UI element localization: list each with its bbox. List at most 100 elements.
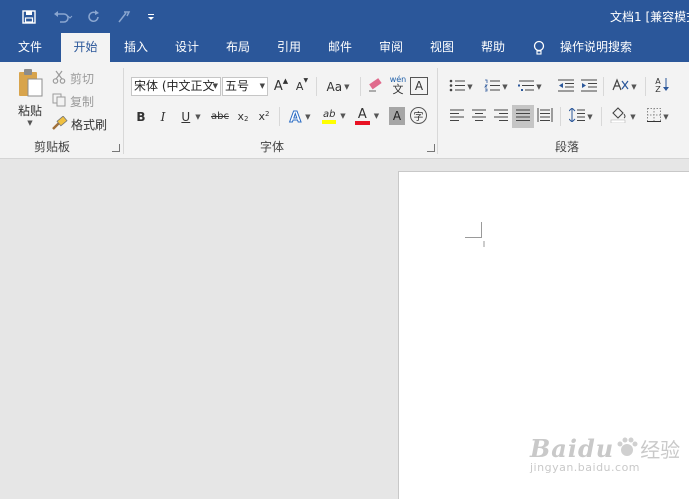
distributed-button[interactable] — [536, 107, 554, 126]
clear-formatting-button[interactable] — [365, 77, 385, 96]
shading-button[interactable]: ▼ — [607, 106, 639, 127]
lightbulb-icon — [532, 40, 546, 59]
enclose-characters-label: 字 — [413, 112, 424, 123]
font-color-label: A — [357, 106, 367, 122]
align-left-button[interactable] — [448, 107, 466, 126]
font-size-combo[interactable]: 五号 ▼ — [222, 77, 268, 96]
numbering-icon — [484, 79, 501, 95]
align-right-icon — [494, 109, 508, 124]
chevron-down-icon: ▼ — [502, 82, 508, 91]
divider — [603, 77, 604, 96]
highlight-button[interactable]: ab ▼ — [318, 105, 350, 127]
chevron-down-icon: ▼ — [536, 82, 542, 91]
line-spacing-icon — [568, 107, 586, 125]
font-name-combo[interactable]: 宋体 (中文正文 ▼ — [131, 77, 221, 96]
shrink-font-button[interactable]: A ▼ — [294, 77, 310, 96]
divider — [279, 107, 280, 126]
group-divider — [123, 68, 124, 154]
tab-view[interactable]: 视图 — [420, 33, 464, 62]
justify-button[interactable] — [512, 105, 534, 128]
numbering-button[interactable]: ▼ — [481, 77, 511, 96]
align-center-button[interactable] — [470, 107, 488, 126]
tell-me-search[interactable]: 操作说明搜索 — [556, 33, 636, 62]
character-border-button[interactable]: A — [410, 77, 428, 95]
subscript-mark: 2 — [244, 115, 249, 123]
paste-button[interactable]: 粘贴 ▼ — [12, 68, 48, 134]
bold-label: B — [136, 109, 146, 124]
chevron-down-icon: ▼ — [212, 82, 218, 90]
redo-icon[interactable] — [83, 6, 105, 28]
increase-indent-icon — [581, 79, 597, 95]
copy-button[interactable]: 复制 — [52, 92, 94, 110]
distributed-icon — [537, 108, 553, 125]
tab-help[interactable]: 帮助 — [471, 33, 515, 62]
customize-qat-icon[interactable] — [140, 6, 162, 28]
chevron-down-icon: ▼ — [631, 82, 637, 91]
borders-icon — [647, 108, 662, 125]
align-left-icon — [450, 109, 464, 124]
strikethrough-button[interactable]: abc — [209, 107, 231, 126]
clipboard-launcher-icon[interactable] — [112, 144, 120, 152]
text-effects-button[interactable]: A ▼ — [285, 107, 315, 126]
align-center-icon — [472, 109, 486, 124]
highlighter-icon: ab — [322, 109, 337, 124]
format-painter-icon[interactable] — [113, 6, 135, 28]
align-right-button[interactable] — [492, 107, 510, 126]
tab-insert[interactable]: 插入 — [114, 33, 158, 62]
increase-indent-button[interactable] — [579, 77, 599, 96]
change-case-button[interactable]: Aa ▼ — [322, 77, 354, 96]
grow-font-button[interactable]: A ▲ — [273, 77, 289, 96]
bullets-icon — [449, 79, 466, 95]
paint-bucket-icon — [610, 107, 628, 126]
font-color-icon: A — [354, 106, 370, 125]
decrease-indent-icon — [558, 79, 574, 95]
save-icon[interactable] — [18, 6, 40, 28]
bold-button[interactable]: B — [133, 107, 149, 126]
chevron-down-icon: ▼ — [259, 82, 265, 90]
tab-layout[interactable]: 布局 — [216, 33, 260, 62]
format-painter-button[interactable]: 格式刷 — [52, 115, 107, 133]
group-label-paragraph: 段落 — [555, 140, 580, 154]
tab-home[interactable]: 开始 — [61, 33, 110, 62]
chevron-down-icon: ▼ — [344, 82, 350, 91]
bullets-button[interactable]: ▼ — [447, 77, 475, 96]
change-case-label: Aa — [326, 79, 343, 94]
watermark-brand-cn: 经验 — [640, 438, 681, 462]
tab-mailings[interactable]: 邮件 — [318, 33, 362, 62]
highlight-color-bar — [322, 119, 337, 124]
chinese-layout-button[interactable]: ▼ — [609, 77, 639, 96]
cut-button[interactable]: 剪切 — [52, 69, 94, 87]
decrease-indent-button[interactable] — [556, 77, 576, 96]
strikethrough-label: abc — [211, 111, 229, 122]
sort-bottom-label: Z — [655, 85, 661, 94]
tab-review[interactable]: 审阅 — [369, 33, 413, 62]
superscript-button[interactable]: x2 — [255, 107, 273, 126]
line-spacing-button[interactable]: ▼ — [566, 107, 596, 126]
phonetic-guide-button[interactable]: wén 文 — [388, 75, 408, 97]
tab-file[interactable]: 文件 — [8, 33, 52, 62]
character-shading-button[interactable]: A — [389, 107, 405, 125]
tab-references[interactable]: 引用 — [267, 33, 311, 62]
tab-design[interactable]: 设计 — [165, 33, 209, 62]
arrow-down-icon — [662, 77, 669, 95]
chevron-down-icon: ▼ — [340, 112, 346, 120]
font-launcher-icon[interactable] — [427, 144, 435, 152]
font-color-button[interactable]: A ▼ — [352, 105, 382, 127]
group-label-font: 字体 — [260, 140, 285, 154]
subscript-button[interactable]: x2 — [234, 107, 252, 126]
chinese-layout-icon — [611, 78, 629, 95]
underline-button[interactable]: U ▼ — [176, 107, 206, 126]
font-color-bar — [354, 120, 370, 125]
shrink-font-label: A — [295, 80, 304, 93]
copy-icon — [52, 93, 66, 110]
shrink-arrow-icon: ▼ — [303, 77, 309, 84]
borders-button[interactable]: ▼ — [643, 107, 673, 126]
enclose-characters-button[interactable]: 字 — [410, 107, 427, 124]
multilevel-list-button[interactable]: ▼ — [515, 77, 545, 96]
divider — [316, 77, 317, 96]
sort-button[interactable]: A Z — [651, 75, 673, 97]
title-bar: 文档1 [兼容模式 — [0, 0, 689, 33]
italic-button[interactable]: I — [155, 107, 171, 126]
chevron-down-icon: ▼ — [663, 112, 669, 121]
undo-icon[interactable] — [50, 6, 76, 28]
